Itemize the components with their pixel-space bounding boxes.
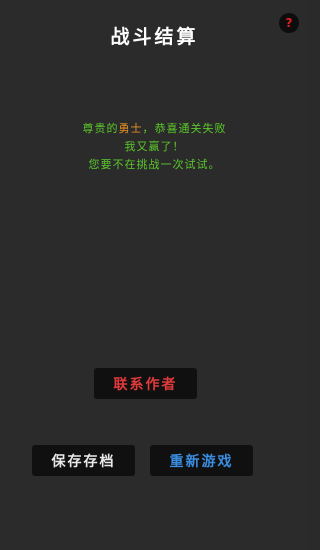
contact-author-button[interactable]: 联系作者 [94, 368, 197, 399]
message-line-2: 我又赢了！ [124, 140, 185, 153]
restart-game-button[interactable]: 重新游戏 [150, 445, 253, 476]
question-mark-icon: ? [285, 16, 293, 30]
message-line-1-suffix: ，恭喜通关失败 [142, 122, 227, 135]
message-line-1-prefix: 尊贵的 [82, 122, 119, 135]
message-line-1: 尊贵的勇士，恭喜通关失败 [0, 120, 309, 138]
message-line-3: 您要不在挑战一次试试。 [88, 158, 221, 171]
save-game-button[interactable]: 保存存档 [32, 445, 135, 476]
help-button[interactable]: ? [279, 13, 299, 33]
page-title: 战斗结算 [110, 26, 199, 48]
battle-result-screen: 战斗结算 ? 尊贵的勇士，恭喜通关失败 我又赢了！ 您要不在挑战一次试试。 联系… [0, 0, 309, 550]
result-message: 尊贵的勇士，恭喜通关失败 我又赢了！ 您要不在挑战一次试试。 [0, 120, 309, 174]
hero-title-highlight: 勇士 [118, 122, 143, 135]
